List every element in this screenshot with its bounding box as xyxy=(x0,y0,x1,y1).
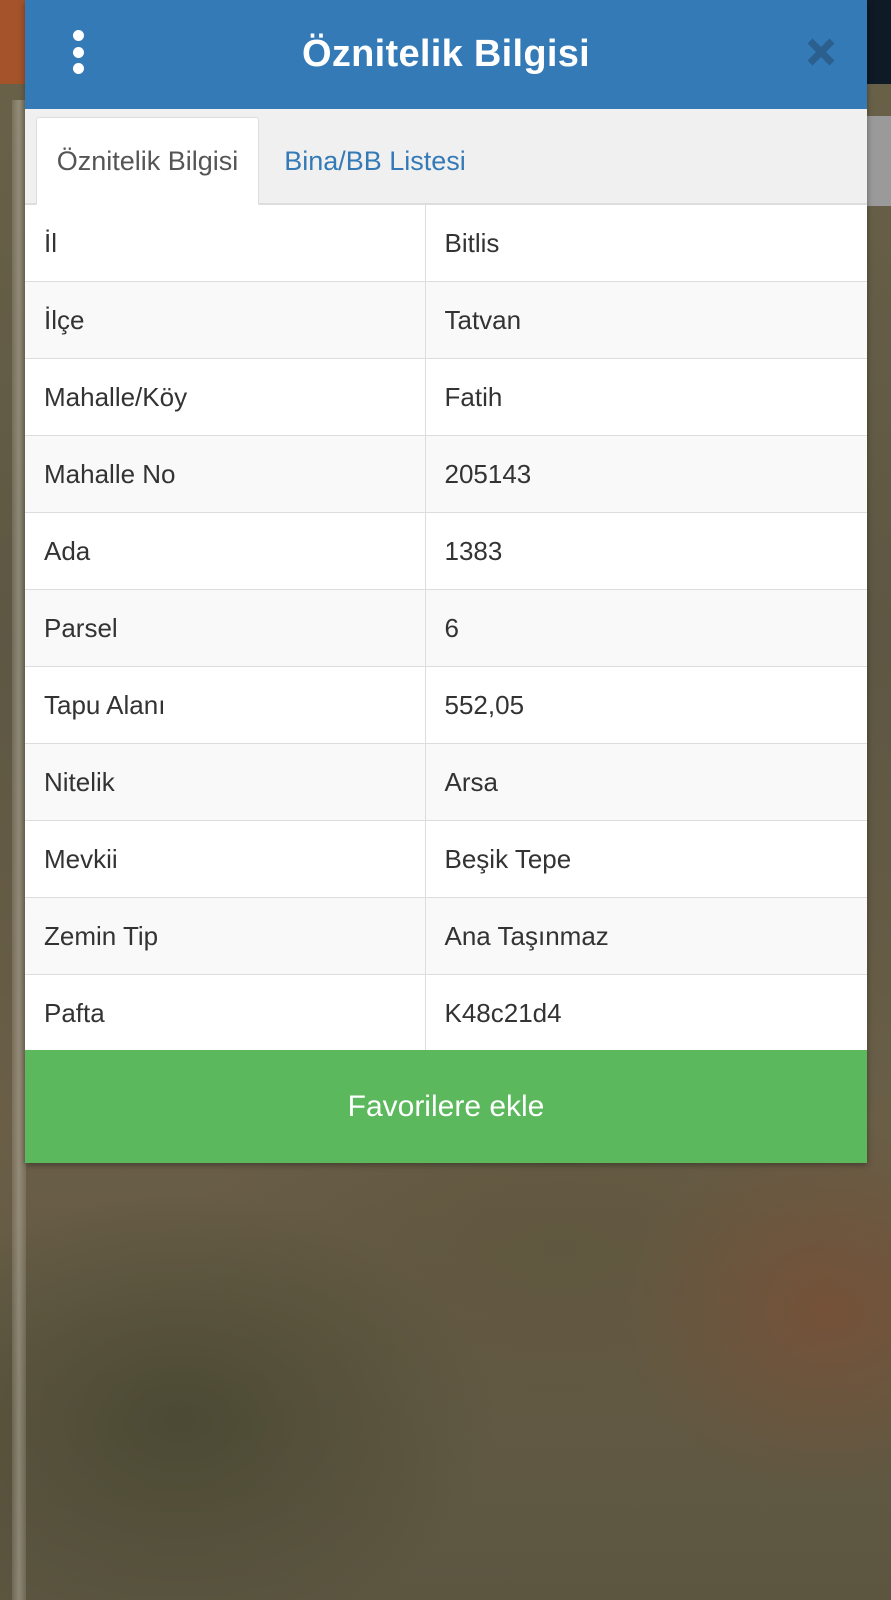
map-road xyxy=(12,100,26,1600)
table-row: Mevkii Beşik Tepe xyxy=(25,820,867,898)
attribute-table: İl Bitlis İlçe Tatvan Mahalle/Köy Fatih … xyxy=(25,204,867,1052)
tab-building-list[interactable]: Bina/BB Listesi xyxy=(279,117,471,205)
close-icon[interactable] xyxy=(805,36,837,68)
attribute-value: Ana Taşınmaz xyxy=(424,897,867,975)
dialog-header: Öznitelik Bilgisi xyxy=(25,0,867,109)
attribute-key: İl xyxy=(25,204,426,282)
attribute-value: 1383 xyxy=(424,512,867,590)
attribute-value: Fatih xyxy=(424,358,867,436)
table-row: Parsel 6 xyxy=(25,589,867,667)
attribute-value: Arsa xyxy=(424,743,867,821)
attribute-key: Pafta xyxy=(25,974,426,1052)
table-row: Tapu Alanı 552,05 xyxy=(25,666,867,744)
attribute-value: Bitlis xyxy=(424,204,867,282)
attribute-key: Parsel xyxy=(25,589,426,667)
table-row: Mahalle/Köy Fatih xyxy=(25,358,867,436)
attribute-value: 205143 xyxy=(424,435,867,513)
table-row: Pafta K48c21d4 xyxy=(25,974,867,1052)
attribute-key: Nitelik xyxy=(25,743,426,821)
attribute-key: Zemin Tip xyxy=(25,897,426,975)
table-row: Mahalle No 205143 xyxy=(25,435,867,513)
attribute-value: K48c21d4 xyxy=(424,974,867,1052)
tab-attribute-info[interactable]: Öznitelik Bilgisi xyxy=(36,117,259,205)
table-row: İlçe Tatvan xyxy=(25,281,867,359)
attribute-value: Beşik Tepe xyxy=(424,820,867,898)
tab-bar: Öznitelik Bilgisi Bina/BB Listesi xyxy=(25,109,867,205)
attribute-key: Mahalle No xyxy=(25,435,426,513)
table-row: İl Bitlis xyxy=(25,204,867,282)
table-row: Nitelik Arsa xyxy=(25,743,867,821)
attribute-key: Tapu Alanı xyxy=(25,666,426,744)
attribute-value: 6 xyxy=(424,589,867,667)
add-to-favorites-button[interactable]: Favorilere ekle xyxy=(25,1050,867,1163)
attribute-key: Mahalle/Köy xyxy=(25,358,426,436)
attribute-key: Mevkii xyxy=(25,820,426,898)
table-row: Zemin Tip Ana Taşınmaz xyxy=(25,897,867,975)
attribute-key: İlçe xyxy=(25,281,426,359)
vertical-ellipsis-icon[interactable] xyxy=(63,30,93,74)
map-edge-topleft xyxy=(0,0,26,84)
map-edge-control xyxy=(866,116,891,206)
map-edge-topright xyxy=(866,0,891,84)
attribute-value: 552,05 xyxy=(424,666,867,744)
attribute-key: Ada xyxy=(25,512,426,590)
attribute-dialog: Öznitelik Bilgisi Öznitelik Bilgisi Bina… xyxy=(25,0,867,1163)
attribute-value: Tatvan xyxy=(424,281,867,359)
table-row: Ada 1383 xyxy=(25,512,867,590)
dialog-title: Öznitelik Bilgisi xyxy=(301,33,591,75)
